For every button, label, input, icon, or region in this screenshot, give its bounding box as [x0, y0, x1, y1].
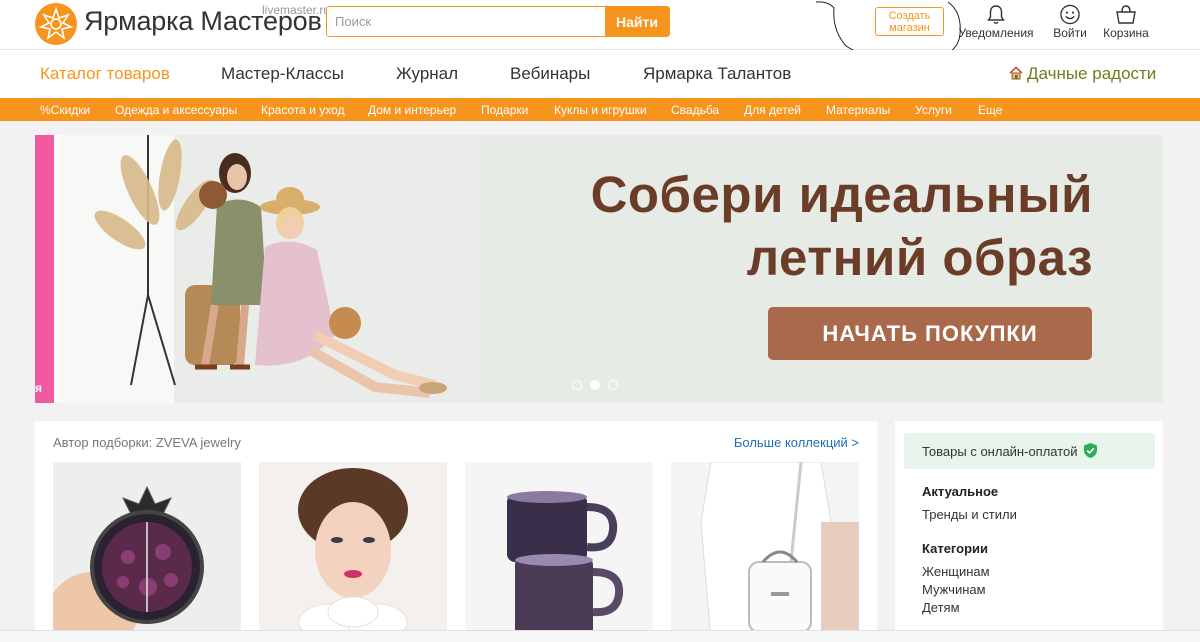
login-label: Войти [1053, 26, 1087, 40]
category-beauty[interactable]: Красота и уход [261, 103, 345, 117]
main-navigation: Каталог товаров Мастер-Классы Журнал Веб… [0, 50, 1200, 98]
carousel-dot-3[interactable] [608, 380, 618, 390]
online-payment-filter[interactable]: Товары с онлайн-оплатой [904, 433, 1155, 469]
brand-logo-icon[interactable] [35, 3, 77, 45]
category-gifts[interactable]: Подарки [481, 103, 528, 117]
start-shopping-button[interactable]: НАЧАТЬ ПОКУПКИ [768, 307, 1092, 360]
product-card-mugs[interactable] [465, 462, 653, 642]
search-button[interactable]: Найти [605, 7, 669, 36]
product-card-brooch[interactable] [53, 462, 241, 642]
brooch-image [53, 462, 241, 642]
category-wedding[interactable]: Свадьба [671, 103, 719, 117]
login-button[interactable]: Войти [1048, 4, 1092, 40]
carousel-dot-2[interactable] [590, 380, 600, 390]
bottom-scroll-edge [0, 630, 1200, 642]
create-shop-button[interactable]: Создать магазин [875, 7, 944, 36]
category-services[interactable]: Услуги [915, 103, 952, 117]
promo-label: Дачные радости [1027, 64, 1157, 83]
nav-master-classes[interactable]: Мастер-Классы [221, 64, 344, 84]
sidebar-item-kids[interactable]: Детям [922, 600, 960, 615]
sidebar-item-women[interactable]: Женщинам [922, 564, 990, 579]
bell-icon [987, 5, 1005, 24]
create-shop-label-2: магазин [889, 22, 930, 34]
banner-headline-line-1: Собери идеальный [590, 166, 1093, 223]
nav-webinars[interactable]: Вебинары [510, 64, 590, 84]
category-kids[interactable]: Для детей [744, 103, 801, 117]
nav-journal[interactable]: Журнал [396, 64, 458, 84]
promo-link[interactable]: Дачные радости [1008, 64, 1156, 84]
shield-check-icon [1083, 443, 1097, 458]
top-header: Ярмарка Мастеров livemaster.ru Найти Соз… [0, 0, 1200, 50]
model-portrait-image [259, 462, 447, 642]
cart-button[interactable]: Корзина [1101, 4, 1151, 40]
white-bag-image [671, 462, 859, 642]
create-shop-label-1: Создать [888, 10, 931, 22]
nav-talent-fair[interactable]: Ярмарка Талантов [643, 64, 791, 84]
product-card-portrait[interactable] [259, 462, 447, 642]
ceramic-mugs-image [465, 462, 653, 642]
brand-domain: livemaster.ru [262, 3, 331, 17]
online-payment-label: Товары с онлайн-оплатой [922, 444, 1078, 459]
smiley-user-icon [1060, 4, 1080, 25]
product-card-bag[interactable] [671, 462, 859, 642]
nav-catalog[interactable]: Каталог товаров [40, 64, 170, 84]
category-clothing[interactable]: Одежда и аксессуары [115, 103, 237, 117]
right-sidebar: Товары с онлайн-оплатой Актуальное Тренд… [895, 421, 1163, 642]
more-collections-link[interactable]: Больше коллекций > [734, 435, 859, 450]
collection-panel: Автор подборки: ZVEVA jewelry Больше кол… [35, 421, 877, 642]
category-dolls[interactable]: Куклы и игрушки [554, 103, 647, 117]
banner-side-letter: я [35, 381, 43, 395]
search-input[interactable] [327, 7, 607, 36]
banner-headline-line-2: летний образ [746, 229, 1093, 286]
category-strip: %Скидки Одежда и аксессуары Красота и ух… [0, 98, 1200, 121]
sidebar-heading-actual: Актуальное [922, 484, 999, 499]
search-box: Найти [326, 6, 670, 37]
hero-banner[interactable]: я Собери идеальный летний образ НАЧАТЬ П… [35, 135, 1163, 403]
carousel-dot-1[interactable] [572, 380, 582, 390]
basket-icon [1116, 5, 1136, 24]
category-more[interactable]: Еще [978, 103, 1002, 117]
sidebar-item-men[interactable]: Мужчинам [922, 582, 986, 597]
banner-headline: Собери идеальный летний образ [591, 163, 1093, 289]
house-icon [1009, 66, 1023, 80]
category-materials[interactable]: Материалы [826, 103, 890, 117]
category-discounts[interactable]: %Скидки [40, 103, 90, 117]
collection-author: Автор подборки: ZVEVA jewelry [53, 435, 241, 450]
banner-pink-edge [35, 135, 54, 403]
category-home[interactable]: Дом и интерьер [368, 103, 456, 117]
sidebar-item-trends[interactable]: Тренды и стили [922, 507, 1017, 522]
sidebar-heading-categories: Категории [922, 541, 989, 556]
notifications-button[interactable]: Уведомления [958, 4, 1034, 40]
cart-label: Корзина [1103, 26, 1149, 40]
notifications-label: Уведомления [958, 26, 1034, 40]
